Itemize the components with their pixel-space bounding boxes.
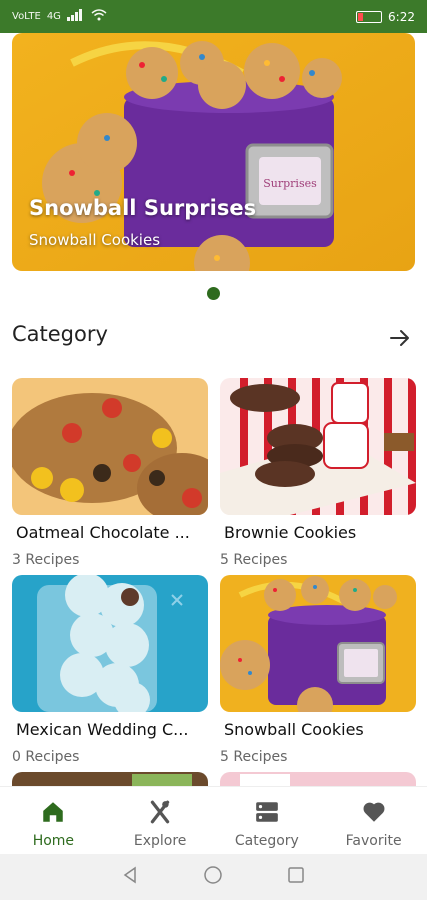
category-image [12, 378, 208, 515]
category-name: Snowball Cookies [224, 720, 364, 739]
signal-indicator: 4G [46, 11, 61, 22]
status-bar: VoLTE 4G 6:22 [0, 0, 427, 33]
back-icon[interactable] [121, 865, 141, 889]
category-icon [254, 799, 280, 833]
nav-label: Favorite [345, 833, 402, 849]
network-type: VoLTE [12, 11, 41, 22]
system-navigation-bar [0, 854, 427, 900]
nav-item-favorite[interactable]: Favorite [320, 787, 427, 854]
category-name: Brownie Cookies [224, 523, 357, 542]
recents-icon[interactable] [286, 865, 306, 889]
category-image [12, 575, 208, 712]
status-time: 6:22 [388, 9, 415, 24]
category-image [220, 378, 416, 515]
category-name: Mexican Wedding C... [16, 720, 189, 739]
category-card-partial[interactable] [12, 772, 208, 786]
category-recipe-count: 5 Recipes [220, 749, 288, 765]
category-card[interactable]: Oatmeal Chocolate ... 3 Recipes [12, 378, 208, 568]
nav-label: Home [32, 833, 75, 849]
battery-icon [356, 10, 383, 23]
nav-item-home[interactable]: Home [0, 787, 107, 854]
category-card[interactable]: Mexican Wedding C... 0 Recipes [12, 575, 208, 765]
hero-banner[interactable]: Surprises Snowball Surprises Snowball Co… [12, 33, 415, 271]
category-card[interactable]: Snowball Cookies 5 Recipes [220, 575, 416, 765]
bottom-navigation: Home Explore Category Favorite [0, 786, 427, 854]
category-recipe-count: 0 Recipes [12, 749, 80, 765]
home-circle-icon[interactable] [203, 865, 223, 889]
svg-text:Surprises: Surprises [263, 177, 317, 190]
nav-label: Category [234, 833, 299, 849]
section-title: Category [12, 322, 108, 346]
category-recipe-count: 5 Recipes [220, 552, 288, 568]
hero-title: Snowball Surprises [29, 196, 257, 220]
wifi-icon [91, 9, 107, 24]
category-card[interactable]: Brownie Cookies 5 Recipes [220, 378, 416, 568]
heart-icon [361, 799, 387, 833]
nav-item-explore[interactable]: Explore [107, 787, 214, 854]
nav-label: Explore [133, 833, 187, 849]
hero-subtitle: Snowball Cookies [29, 231, 161, 249]
category-image [220, 575, 416, 712]
category-name: Oatmeal Chocolate ... [16, 523, 190, 542]
arrow-right-icon[interactable] [388, 326, 412, 350]
nav-item-category[interactable]: Category [214, 787, 321, 854]
utensils-icon [147, 799, 173, 833]
category-recipe-count: 3 Recipes [12, 552, 80, 568]
carousel-indicator-dot[interactable] [207, 287, 220, 300]
home-icon [40, 799, 66, 833]
signal-icon [66, 9, 85, 24]
category-card-partial[interactable] [220, 772, 416, 786]
